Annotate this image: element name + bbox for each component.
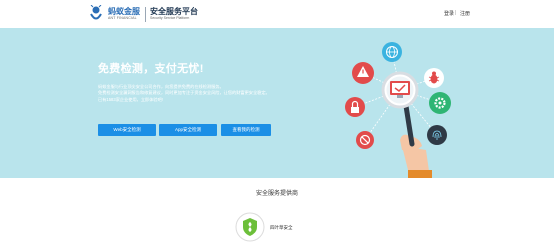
fingerprint-icon (427, 125, 447, 145)
providers-title: 安全服务提供商 (255, 191, 298, 197)
ant-logo-icon[interactable] (87, 5, 105, 23)
app-scan-button[interactable]: App安全检测 (159, 124, 217, 136)
brand-divider (145, 7, 146, 22)
brand-name-en: ANT FINANCIAL (108, 16, 137, 20)
my-scans-button[interactable]: 查看我的检测 (221, 124, 271, 136)
warning-icon (352, 62, 374, 84)
hero-desc-line: 已有1583家企业使用，立即体验吧! (98, 96, 163, 102)
hero-description: 蚂蚁金服与行业顶尖安全公司合作，向您提供免费的在线检测服务。 免费检测安全漏洞报… (98, 84, 338, 103)
lock-icon (345, 97, 365, 117)
security-scan-illustration (345, 42, 451, 178)
nav-separator: | (455, 10, 457, 16)
bug-icon (424, 68, 444, 88)
web-scan-button[interactable]: Web安全检测 (98, 124, 156, 136)
globe-icon (382, 42, 402, 62)
clover-shield-icon[interactable] (235, 212, 265, 242)
hero-title: 免费检测，支付无忧! (98, 63, 204, 75)
provider-name[interactable]: 四叶草安全 (270, 225, 293, 231)
site-header: 蚂蚁金服 ANT FINANCIAL 安全服务平台 Security Servi… (0, 0, 554, 28)
platform-subtitle: Security Service Platform (150, 16, 190, 20)
login-link[interactable]: 登录 (444, 10, 454, 17)
gear-icon (429, 92, 451, 114)
hero-banner: 免费检测，支付无忧! 蚂蚁金服与行业顶尖安全公司合作，向您提供免费的在线检测服务… (0, 28, 554, 178)
block-icon (356, 131, 374, 149)
register-link[interactable]: 注册 (460, 10, 470, 17)
